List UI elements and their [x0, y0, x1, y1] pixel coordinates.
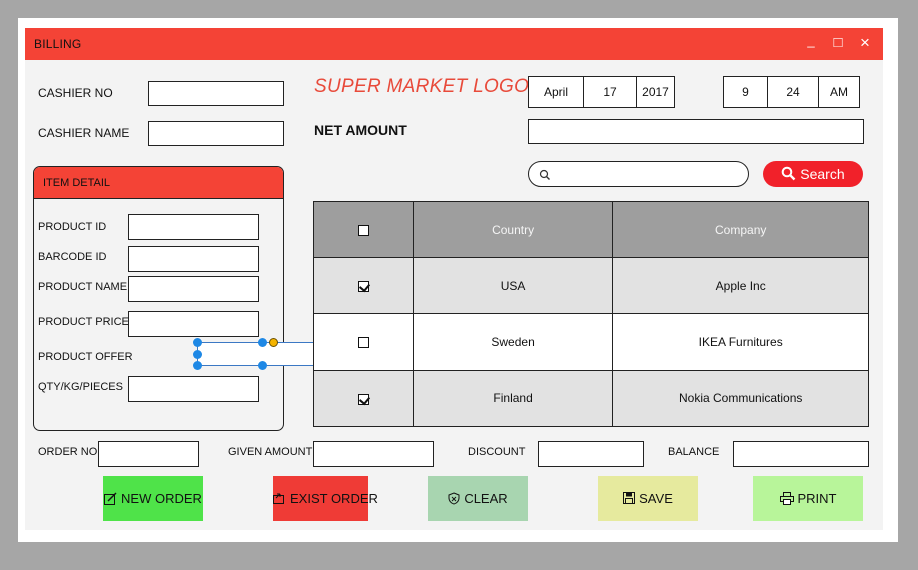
product-price-label: PRODUCT PRICE — [38, 316, 129, 328]
country-header[interactable]: Country — [412, 201, 614, 258]
super-market-logo: SUPER MARKET LOGO — [314, 76, 530, 97]
search-icon — [782, 166, 796, 181]
search-icon — [539, 169, 550, 180]
resize-handle[interactable] — [258, 361, 267, 370]
floppy-icon — [623, 492, 636, 505]
time-minute[interactable]: 24 — [767, 76, 819, 108]
row-checkbox[interactable] — [357, 337, 369, 349]
date-day[interactable]: 17 — [583, 76, 637, 108]
country-cell: USA — [412, 256, 614, 315]
printer-icon — [779, 491, 794, 505]
discount-label: DISCOUNT — [468, 446, 526, 458]
clear-label: CLEAR — [464, 491, 508, 506]
cashier-no-label: CASHIER NO — [38, 86, 113, 100]
resize-handle[interactable] — [258, 338, 267, 347]
qty-label: QTY/KG/PIECES — [38, 381, 123, 393]
order-no-field[interactable] — [98, 441, 199, 467]
balance-label: BALANCE — [668, 446, 720, 458]
balance-field[interactable] — [733, 441, 869, 467]
cashier-no-field[interactable] — [148, 81, 284, 106]
row-checkbox[interactable] — [357, 393, 369, 405]
resize-handle[interactable] — [193, 350, 202, 359]
exist-order-label: EXIST ORDER — [290, 491, 378, 506]
order-no-label: ORDER NO — [38, 446, 98, 458]
item-detail-title: ITEM DETAIL — [43, 177, 111, 189]
product-name-field[interactable] — [128, 276, 259, 302]
table-header-row: Country Company — [313, 201, 869, 258]
product-offer-label: PRODUCT OFFER — [38, 351, 133, 363]
title-bar: BILLING _ □ × — [25, 28, 883, 60]
net-amount-field[interactable] — [528, 119, 864, 144]
date-year[interactable]: 2017 — [636, 76, 675, 108]
discount-field[interactable] — [538, 441, 644, 467]
window-title: BILLING — [34, 37, 82, 51]
net-amount-label: NET AMOUNT — [314, 122, 407, 138]
maximize-icon[interactable]: □ — [829, 34, 847, 52]
company-cell: IKEA Furnitures — [612, 313, 869, 371]
print-label: PRINT — [797, 491, 837, 506]
search-input[interactable] — [528, 161, 749, 187]
date-month[interactable]: April — [528, 76, 584, 108]
save-button[interactable]: SAVE — [598, 476, 698, 521]
resize-handle[interactable] — [193, 338, 202, 347]
company-header[interactable]: Company — [612, 201, 869, 258]
company-cell: Nokia Communications — [612, 369, 869, 428]
qty-field[interactable] — [128, 376, 259, 402]
save-label: SAVE — [639, 491, 673, 506]
exit-icon — [273, 493, 284, 505]
table-row[interactable]: USA Apple Inc — [313, 256, 869, 315]
exist-order-button[interactable]: EXIST ORDER — [273, 476, 378, 521]
search-button[interactable]: Search — [763, 161, 863, 187]
given-amount-label: GIVEN AMOUNT — [228, 446, 313, 458]
new-order-label: NEW ORDER — [121, 491, 202, 506]
table-row[interactable]: Finland Nokia Communications — [313, 369, 869, 428]
minimize-icon[interactable]: _ — [802, 32, 820, 50]
barcode-id-field[interactable] — [128, 246, 259, 272]
select-all-header — [313, 201, 414, 258]
time-hour[interactable]: 9 — [723, 76, 768, 108]
row-checkbox[interactable] — [357, 280, 369, 292]
new-order-button[interactable]: NEW ORDER — [103, 476, 203, 521]
country-cell: Finland — [412, 369, 614, 428]
print-button[interactable]: PRINT — [753, 476, 863, 521]
barcode-id-label: BARCODE ID — [38, 251, 107, 263]
product-price-field[interactable] — [128, 311, 259, 337]
product-id-field[interactable] — [128, 214, 259, 240]
item-detail-header: ITEM DETAIL — [34, 167, 283, 199]
cashier-name-field[interactable] — [148, 121, 284, 146]
time-ampm[interactable]: AM — [818, 76, 860, 108]
select-all-checkbox[interactable] — [357, 224, 369, 236]
given-amount-field[interactable] — [313, 441, 434, 467]
resize-handle[interactable] — [193, 361, 202, 370]
product-id-label: PRODUCT ID — [38, 221, 107, 233]
close-icon[interactable]: × — [856, 34, 874, 52]
product-name-label: PRODUCT NAME — [38, 281, 128, 293]
cashier-name-label: CASHIER NAME — [38, 126, 130, 140]
country-cell: Sweden — [412, 313, 614, 371]
search-button-label: Search — [800, 166, 845, 182]
edit-icon — [104, 492, 117, 505]
data-table: Country Company USA Apple Inc Sweden IKE… — [313, 201, 869, 428]
shield-icon — [448, 492, 460, 505]
company-cell: Apple Inc — [612, 256, 869, 315]
clear-button[interactable]: CLEAR — [428, 476, 528, 521]
table-row[interactable]: Sweden IKEA Furnitures — [313, 313, 869, 371]
rotate-handle[interactable] — [269, 338, 278, 347]
